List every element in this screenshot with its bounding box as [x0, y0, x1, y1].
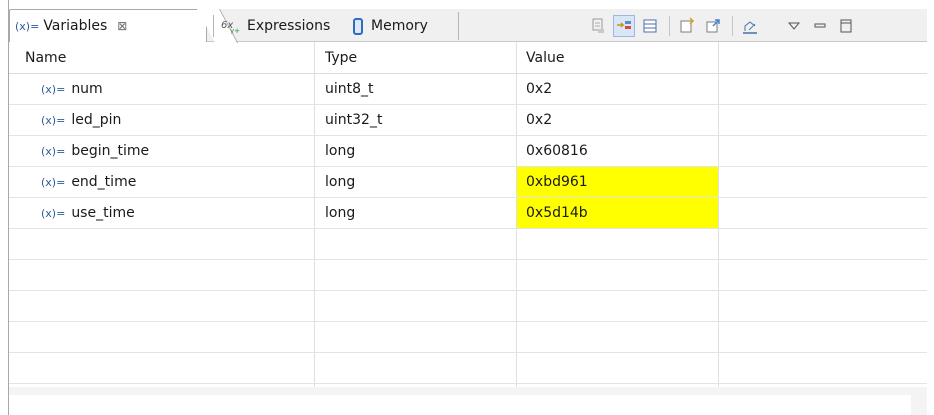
expressions-icon: 6x y+	[221, 18, 241, 35]
tab-memory[interactable]: Memory	[349, 12, 459, 40]
variable-type: uint32_t	[325, 112, 383, 128]
variable-name: (x)= num	[41, 74, 103, 104]
variable-value: 0x60816	[526, 143, 588, 159]
collapse-all-icon[interactable]	[587, 15, 609, 37]
variable-type: uint8_t	[325, 81, 374, 97]
view-menu-icon[interactable]	[783, 15, 805, 37]
variable-icon: (x)=	[41, 83, 66, 96]
table-header: Name Type Value	[9, 42, 927, 74]
variable-value: 0x2	[526, 112, 553, 128]
variable-name: (x)= led_pin	[41, 105, 121, 135]
variable-name: (x)= end_time	[41, 167, 136, 197]
table-row[interactable]: (x)= led_pin uint32_t 0x2	[9, 105, 927, 136]
tab-expressions[interactable]: 6x y+ Expressions	[213, 9, 341, 42]
maximize-icon[interactable]	[835, 15, 857, 37]
detail-pane	[9, 387, 927, 415]
link-icon[interactable]	[739, 15, 761, 37]
empty-row	[9, 353, 927, 384]
table-row[interactable]: (x)= end_time long 0xbd961	[9, 167, 927, 198]
tab-variables[interactable]: (x)= Variables ⊠	[9, 9, 207, 42]
variables-view: (x)= Variables ⊠ 6x y+ Expressions Memor…	[8, 0, 934, 415]
variable-type: long	[325, 174, 356, 190]
detail-pane-text[interactable]	[9, 395, 911, 415]
show-type-names-icon[interactable]	[613, 14, 635, 37]
expression-icon[interactable]	[702, 15, 724, 37]
variable-name-text: begin_time	[71, 143, 150, 159]
variable-value: 0x2	[526, 81, 553, 97]
variable-icon: (x)=	[41, 176, 66, 189]
variable-name-text: num	[71, 81, 103, 97]
empty-row	[9, 260, 927, 291]
variables-table: Name Type Value (x)= num uint8_t 0x2 (x)=…	[9, 42, 927, 387]
close-icon[interactable]: ⊠	[117, 19, 127, 33]
table-row[interactable]: (x)= use_time long 0x5d14b	[9, 198, 927, 229]
view-toolbar	[587, 9, 861, 42]
memory-icon	[353, 17, 363, 35]
variable-icon: (x)=	[41, 207, 66, 220]
tab-expressions-label: Expressions	[247, 17, 331, 34]
toolbar-separator	[669, 15, 670, 36]
variable-icon: (x)=	[41, 145, 66, 158]
empty-row	[9, 291, 927, 322]
svg-text:y+: y+	[230, 27, 240, 34]
tab-memory-label: Memory	[371, 18, 428, 34]
layout-icon[interactable]	[639, 15, 661, 37]
view-tab-bar: (x)= Variables ⊠ 6x y+ Expressions Memor…	[9, 9, 927, 42]
variable-icon: (x)=	[41, 114, 66, 127]
variable-name-text: led_pin	[71, 112, 122, 128]
tab-separator	[213, 15, 214, 37]
variable-name: (x)= use_time	[41, 198, 135, 228]
empty-row	[9, 322, 927, 353]
variable-type: long	[325, 205, 356, 221]
empty-row	[9, 229, 927, 260]
variable-type: long	[325, 143, 356, 159]
column-header-type[interactable]: Type	[325, 42, 357, 74]
variable-name-text: use_time	[71, 205, 135, 221]
column-header-name[interactable]: Name	[25, 42, 66, 74]
table-row[interactable]: (x)= num uint8_t 0x2	[9, 74, 927, 105]
add-watch-icon[interactable]	[676, 15, 698, 37]
minimize-icon[interactable]	[809, 15, 831, 37]
table-row[interactable]: (x)= begin_time long 0x60816	[9, 136, 927, 167]
tab-variables-label: Variables	[43, 18, 108, 34]
variables-icon: (x)=	[15, 19, 40, 33]
variable-name-text: end_time	[71, 174, 137, 190]
variable-name: (x)= begin_time	[41, 136, 149, 166]
toolbar-separator	[732, 15, 733, 36]
variable-value: 0xbd961	[526, 174, 588, 190]
variable-value: 0x5d14b	[526, 205, 588, 221]
column-header-value[interactable]: Value	[526, 42, 564, 74]
